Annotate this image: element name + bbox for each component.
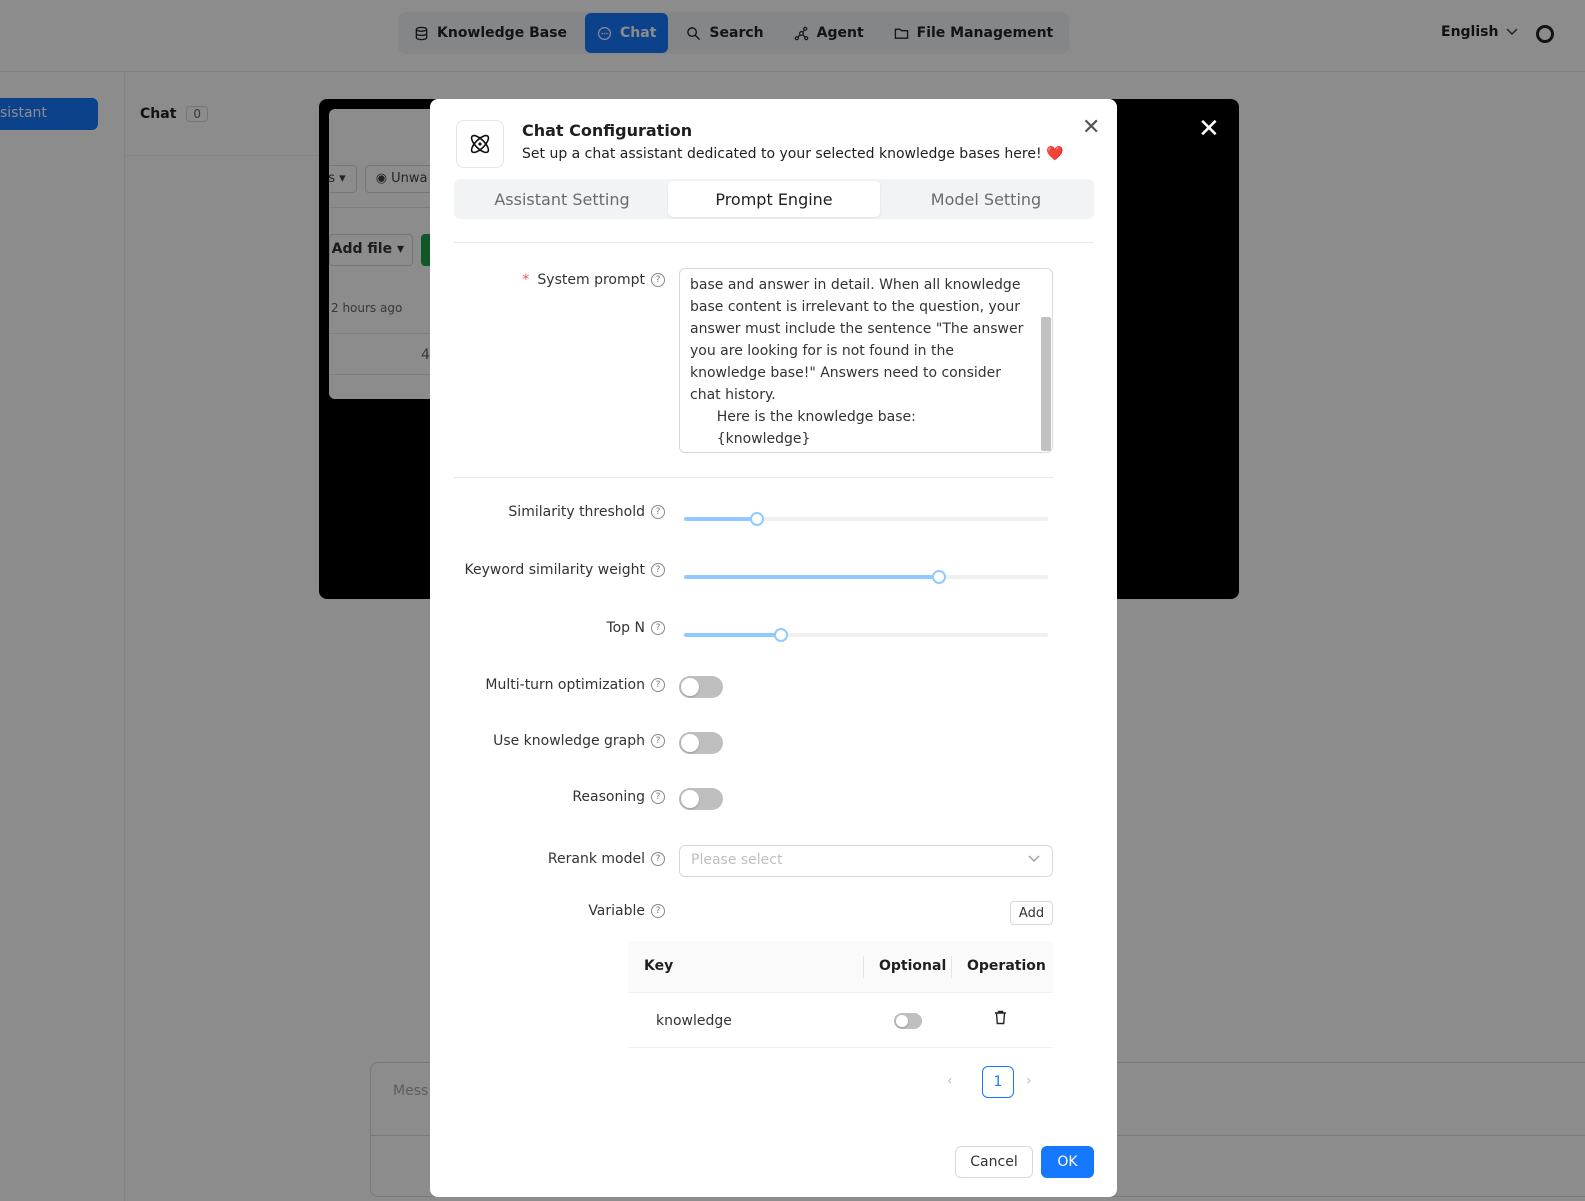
similarity-threshold-label: Similarity threshold? (508, 504, 665, 520)
label-text: Rerank model (547, 851, 645, 867)
help-icon[interactable]: ? (651, 621, 665, 635)
use-knowledge-graph-toggle[interactable] (679, 732, 723, 754)
modal-title: Chat Configuration (522, 121, 693, 140)
label-text: Top N (606, 620, 645, 636)
top-n-label-row: Top N? (454, 620, 665, 640)
help-icon[interactable]: ? (651, 678, 665, 692)
use-knowledge-graph-label: Use knowledge graph? (493, 733, 665, 749)
column-optional: Optional (879, 958, 947, 974)
delete-icon[interactable] (994, 1010, 1007, 1029)
modal-subtitle: Set up a chat assistant dedicated to you… (522, 146, 1064, 162)
column-separator (863, 956, 864, 978)
rerank-model-label: Rerank model? (548, 851, 665, 867)
top-n-label: Top N? (606, 620, 665, 636)
close-icon[interactable]: ✕ (1082, 117, 1100, 139)
optional-toggle[interactable] (894, 1013, 922, 1029)
slider-track (684, 575, 939, 579)
multi-turn-label-row: Multi-turn optimization? (454, 677, 665, 697)
system-prompt-label: * System prompt ? (522, 272, 665, 288)
cancel-button[interactable]: Cancel (955, 1146, 1033, 1178)
help-icon[interactable]: ? (651, 790, 665, 804)
close-icon[interactable]: ✕ (1198, 116, 1220, 142)
reasoning-label-row: Reasoning? (454, 789, 665, 809)
variable-label-row: Variable? (454, 903, 665, 923)
keyword-similarity-weight-label: Keyword similarity weight? (464, 562, 665, 578)
label-text: System prompt (537, 272, 645, 288)
keyword-similarity-weight-slider[interactable] (684, 570, 1048, 584)
add-variable-button[interactable]: Add (1010, 901, 1053, 925)
tabs-divider (454, 242, 1094, 243)
multi-turn-optimization-toggle[interactable] (679, 676, 723, 698)
atom-logo-icon (456, 120, 504, 168)
label-text: Variable (588, 903, 645, 919)
reasoning-toggle[interactable] (679, 788, 723, 810)
rerank-model-select[interactable]: Please select (679, 845, 1053, 877)
select-placeholder: Please select (691, 852, 783, 868)
slider-handle[interactable] (774, 628, 789, 642)
top-n-slider[interactable] (684, 628, 1048, 642)
tab-model-setting[interactable]: Model Setting (880, 181, 1092, 217)
reasoning-label: Reasoning? (572, 789, 665, 805)
system-prompt-value: base and answer in detail. When all know… (690, 277, 1024, 447)
variable-label: Variable? (588, 903, 665, 919)
table-row: knowledge (628, 993, 1053, 1048)
config-tabs: Assistant Setting Prompt Engine Model Se… (454, 179, 1094, 219)
multi-turn-optimization-label: Multi-turn optimization? (485, 677, 665, 693)
help-icon[interactable]: ? (651, 904, 665, 918)
keyword-similarity-weight-label-row: Keyword similarity weight? (454, 562, 665, 582)
label-text: Keyword similarity weight (464, 562, 646, 578)
label-text: Reasoning (572, 789, 645, 805)
help-icon[interactable]: ? (651, 734, 665, 748)
required-mark: * (522, 272, 530, 288)
chat-configuration-modal: Chat Configuration Set up a chat assista… (430, 99, 1117, 1197)
help-icon[interactable]: ? (651, 505, 665, 519)
column-operation: Operation (967, 958, 1046, 974)
slider-handle[interactable] (931, 570, 946, 584)
label-text: Use knowledge graph (493, 733, 645, 749)
column-separator (951, 956, 952, 978)
variable-table: Key Optional Operation knowledge (628, 941, 1053, 1048)
pagination-prev-icon[interactable]: ‹ (947, 1073, 953, 1089)
ok-button[interactable]: OK (1041, 1146, 1094, 1178)
label-text: Multi-turn optimization (485, 677, 645, 693)
tab-prompt-engine[interactable]: Prompt Engine (668, 181, 880, 217)
help-icon[interactable]: ? (651, 273, 665, 287)
section-divider (454, 477, 1054, 478)
variable-key: knowledge (656, 1013, 732, 1029)
column-key: Key (644, 958, 674, 974)
system-prompt-textarea[interactable]: base and answer in detail. When all know… (679, 268, 1053, 453)
pagination-next-icon[interactable]: › (1026, 1073, 1032, 1089)
slider-track (684, 633, 782, 637)
label-text: Similarity threshold (508, 504, 645, 520)
knowledge-graph-label-row: Use knowledge graph? (454, 733, 665, 753)
slider-handle[interactable] (749, 512, 764, 526)
tab-assistant-setting[interactable]: Assistant Setting (456, 181, 668, 217)
rerank-label-row: Rerank model? (454, 851, 665, 871)
table-header: Key Optional Operation (628, 941, 1053, 993)
similarity-threshold-slider[interactable] (684, 512, 1048, 526)
chevron-down-icon (1028, 855, 1040, 862)
system-prompt-label-row: * System prompt ? (454, 272, 665, 292)
help-icon[interactable]: ? (651, 852, 665, 866)
slider-track (684, 517, 757, 521)
help-icon[interactable]: ? (651, 563, 665, 577)
pagination-page[interactable]: 1 (982, 1066, 1014, 1098)
similarity-threshold-label-row: Similarity threshold? (454, 504, 665, 524)
textarea-scrollbar[interactable] (1041, 317, 1051, 451)
